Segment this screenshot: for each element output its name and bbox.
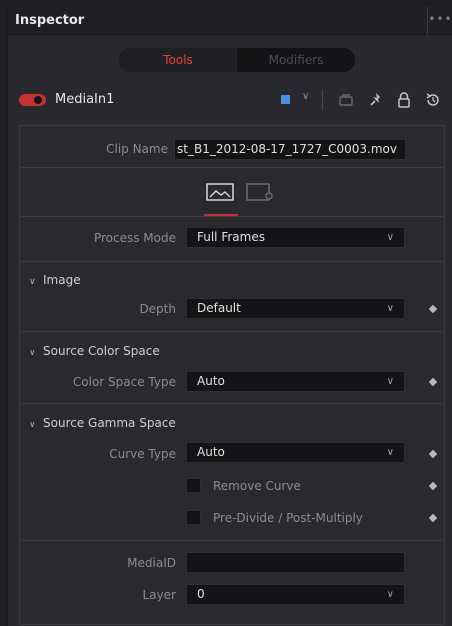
node-header: MediaIn1 ∨ — [8, 85, 452, 115]
process-mode-label: Process Mode — [93, 231, 176, 245]
node-name: MediaIn1 — [55, 92, 115, 107]
image-icon[interactable] — [206, 183, 234, 201]
settings-icon[interactable] — [246, 183, 274, 201]
curve-type-value: Auto — [197, 445, 225, 459]
predivide-label: Pre-Divide / Post-Multiply — [213, 511, 363, 525]
header-divider — [322, 90, 323, 110]
tab-bar: Tools Modifiers — [119, 48, 355, 72]
depth-value: Default — [197, 301, 241, 315]
collapse-arrow-icon: ∨ — [29, 420, 36, 430]
source-color-space-header[interactable]: ∨ Source Color Space — [29, 344, 160, 358]
keyframe-diamond-icon[interactable] — [428, 377, 438, 387]
chevron-down-icon: ∨ — [386, 376, 394, 387]
color-tag-swatch[interactable] — [281, 95, 290, 104]
source-color-space-title: Source Color Space — [43, 344, 160, 358]
divider — [20, 331, 444, 332]
remove-curve-checkbox[interactable] — [186, 478, 201, 493]
chevron-down-icon: ∨ — [386, 232, 394, 243]
keyframe-diamond-icon[interactable] — [428, 449, 438, 459]
layer-label: Layer — [142, 588, 176, 602]
divider — [20, 167, 444, 168]
version-icon[interactable] — [337, 91, 355, 109]
chevron-down-icon: ∨ — [386, 303, 394, 314]
remove-curve-label: Remove Curve — [213, 479, 301, 493]
keyframe-diamond-icon[interactable] — [428, 481, 438, 491]
lock-icon[interactable] — [395, 91, 413, 109]
predivide-checkbox[interactable] — [186, 510, 201, 525]
source-gamma-space-title: Source Gamma Space — [43, 416, 176, 430]
layer-dropdown[interactable]: 0 ∨ — [186, 584, 405, 605]
color-space-type-dropdown[interactable]: Auto ∨ — [186, 371, 405, 392]
curve-type-label: Curve Type — [109, 447, 176, 461]
source-gamma-space-header[interactable]: ∨ Source Gamma Space — [29, 416, 176, 430]
image-section-title: Image — [43, 273, 81, 287]
process-mode-dropdown[interactable]: Full Frames ∨ — [186, 227, 405, 248]
divider — [20, 216, 444, 217]
color-dropdown-chevron-icon[interactable]: ∨ — [302, 91, 309, 102]
tab-tools[interactable]: Tools — [119, 48, 237, 72]
divider — [20, 540, 444, 541]
divider — [20, 403, 444, 404]
tab-modifiers[interactable]: Modifiers — [237, 48, 355, 72]
color-space-type-label: Color Space Type — [72, 375, 176, 389]
process-mode-value: Full Frames — [197, 230, 265, 244]
clip-name-label: Clip Name — [106, 142, 168, 156]
pin-icon[interactable] — [367, 91, 385, 109]
divider — [20, 261, 444, 262]
clip-name-field[interactable]: st_B1_2012-08-17_1727_C0003.mov — [174, 139, 406, 160]
chevron-down-icon: ∨ — [386, 447, 394, 458]
image-section-header[interactable]: ∨ Image — [29, 273, 81, 287]
inspector-panel: Inspector ••• Tools Modifiers MediaIn1 ∨ — [7, 7, 452, 626]
layer-value: 0 — [197, 587, 205, 601]
tool-controls: Clip Name st_B1_2012-08-17_1727_C0003.mo… — [19, 125, 445, 625]
color-space-type-value: Auto — [197, 374, 225, 388]
depth-label: Depth — [139, 302, 176, 316]
more-dots-icon[interactable]: ••• — [427, 7, 452, 35]
media-id-field[interactable] — [186, 552, 405, 573]
inspector-title: Inspector — [15, 13, 85, 28]
reset-icon[interactable] — [424, 91, 442, 109]
node-enable-toggle[interactable] — [19, 94, 46, 106]
curve-type-dropdown[interactable]: Auto ∨ — [186, 442, 405, 463]
inspector-titlebar: Inspector ••• — [8, 7, 452, 35]
keyframe-diamond-icon[interactable] — [428, 513, 438, 523]
collapse-arrow-icon: ∨ — [29, 348, 36, 358]
keyframe-diamond-icon[interactable] — [428, 304, 438, 314]
media-id-label: MediaID — [127, 556, 176, 570]
depth-dropdown[interactable]: Default ∨ — [186, 298, 405, 319]
chevron-down-icon: ∨ — [386, 589, 394, 600]
collapse-arrow-icon: ∨ — [29, 277, 36, 287]
